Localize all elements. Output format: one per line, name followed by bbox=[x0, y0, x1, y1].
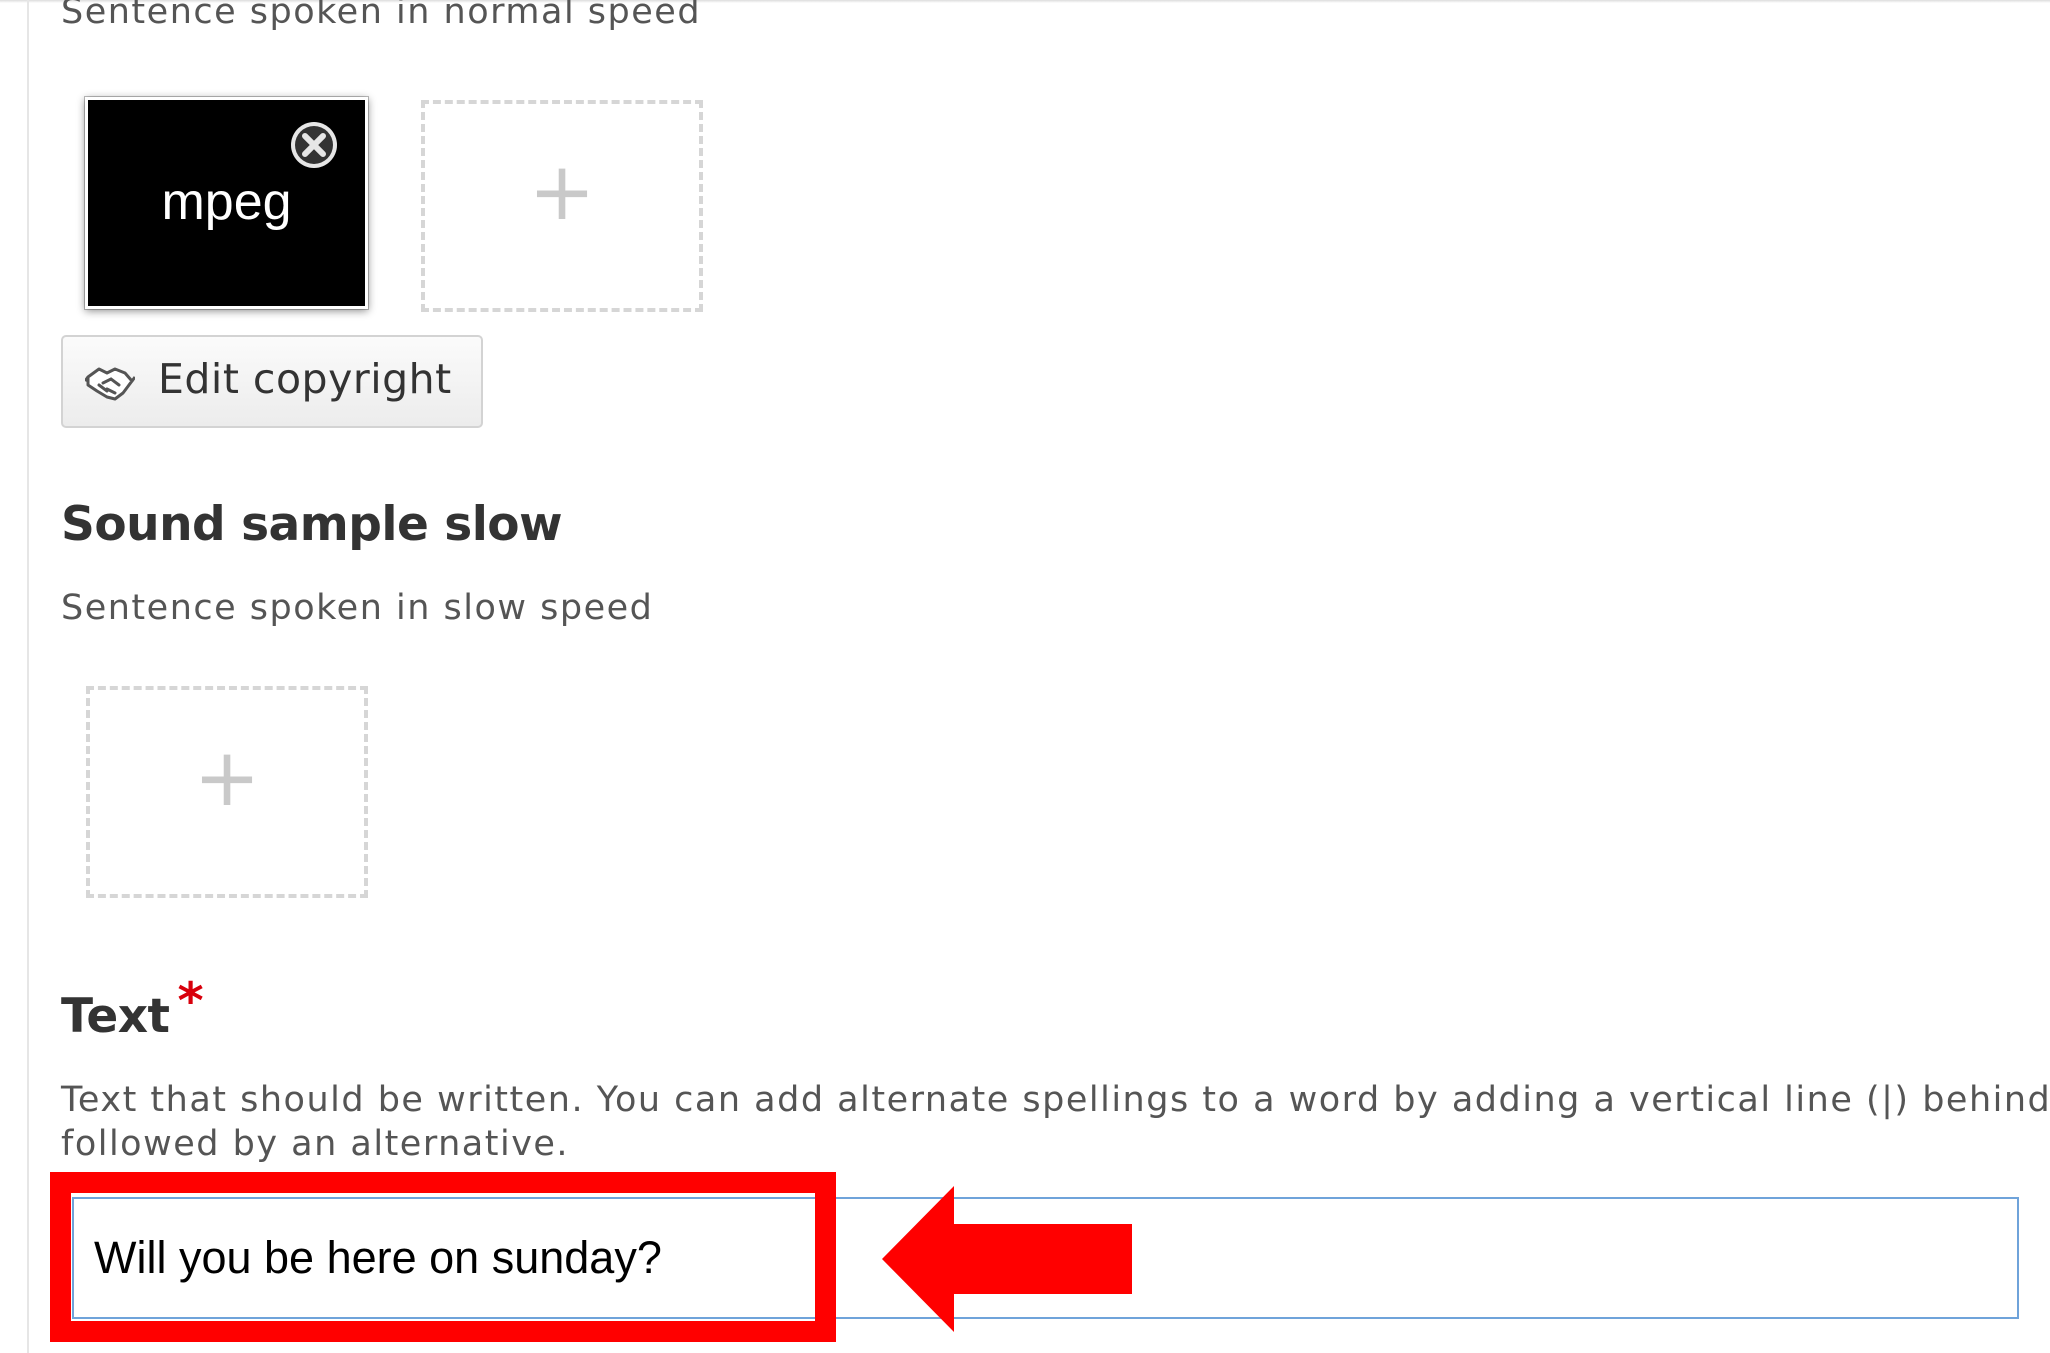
edit-copyright-label: Edit copyright bbox=[158, 355, 452, 403]
text-field-title-label: Text bbox=[61, 989, 170, 1044]
sound-normal-description: Sentence spoken in normal speed bbox=[61, 0, 702, 32]
plus-icon: + bbox=[193, 731, 261, 824]
audio-file-thumbnail[interactable]: mpeg bbox=[85, 97, 368, 309]
file-type-label: mpeg bbox=[161, 173, 292, 231]
editor-panel: Sentence spoken in normal speed mpeg + E… bbox=[0, 0, 2050, 1353]
required-marker: * bbox=[177, 972, 204, 1030]
edit-copyright-button[interactable]: Edit copyright bbox=[61, 335, 483, 428]
handshake-icon bbox=[85, 367, 135, 401]
text-field-title: Text * bbox=[61, 972, 204, 1044]
text-field-description-line1: Text that should be written. You can add… bbox=[61, 1080, 2050, 1120]
plus-icon: + bbox=[528, 145, 596, 238]
text-input[interactable] bbox=[72, 1197, 2019, 1319]
add-audio-slot-slow[interactable]: + bbox=[86, 686, 368, 898]
close-circle-icon[interactable] bbox=[289, 120, 339, 170]
sound-slow-description: Sentence spoken in slow speed bbox=[61, 588, 654, 628]
sound-slow-title: Sound sample slow bbox=[61, 497, 563, 552]
add-audio-slot-normal[interactable]: + bbox=[421, 100, 703, 312]
text-field-description-line2: followed by an alternative. bbox=[61, 1124, 570, 1164]
left-border bbox=[27, 0, 29, 1353]
